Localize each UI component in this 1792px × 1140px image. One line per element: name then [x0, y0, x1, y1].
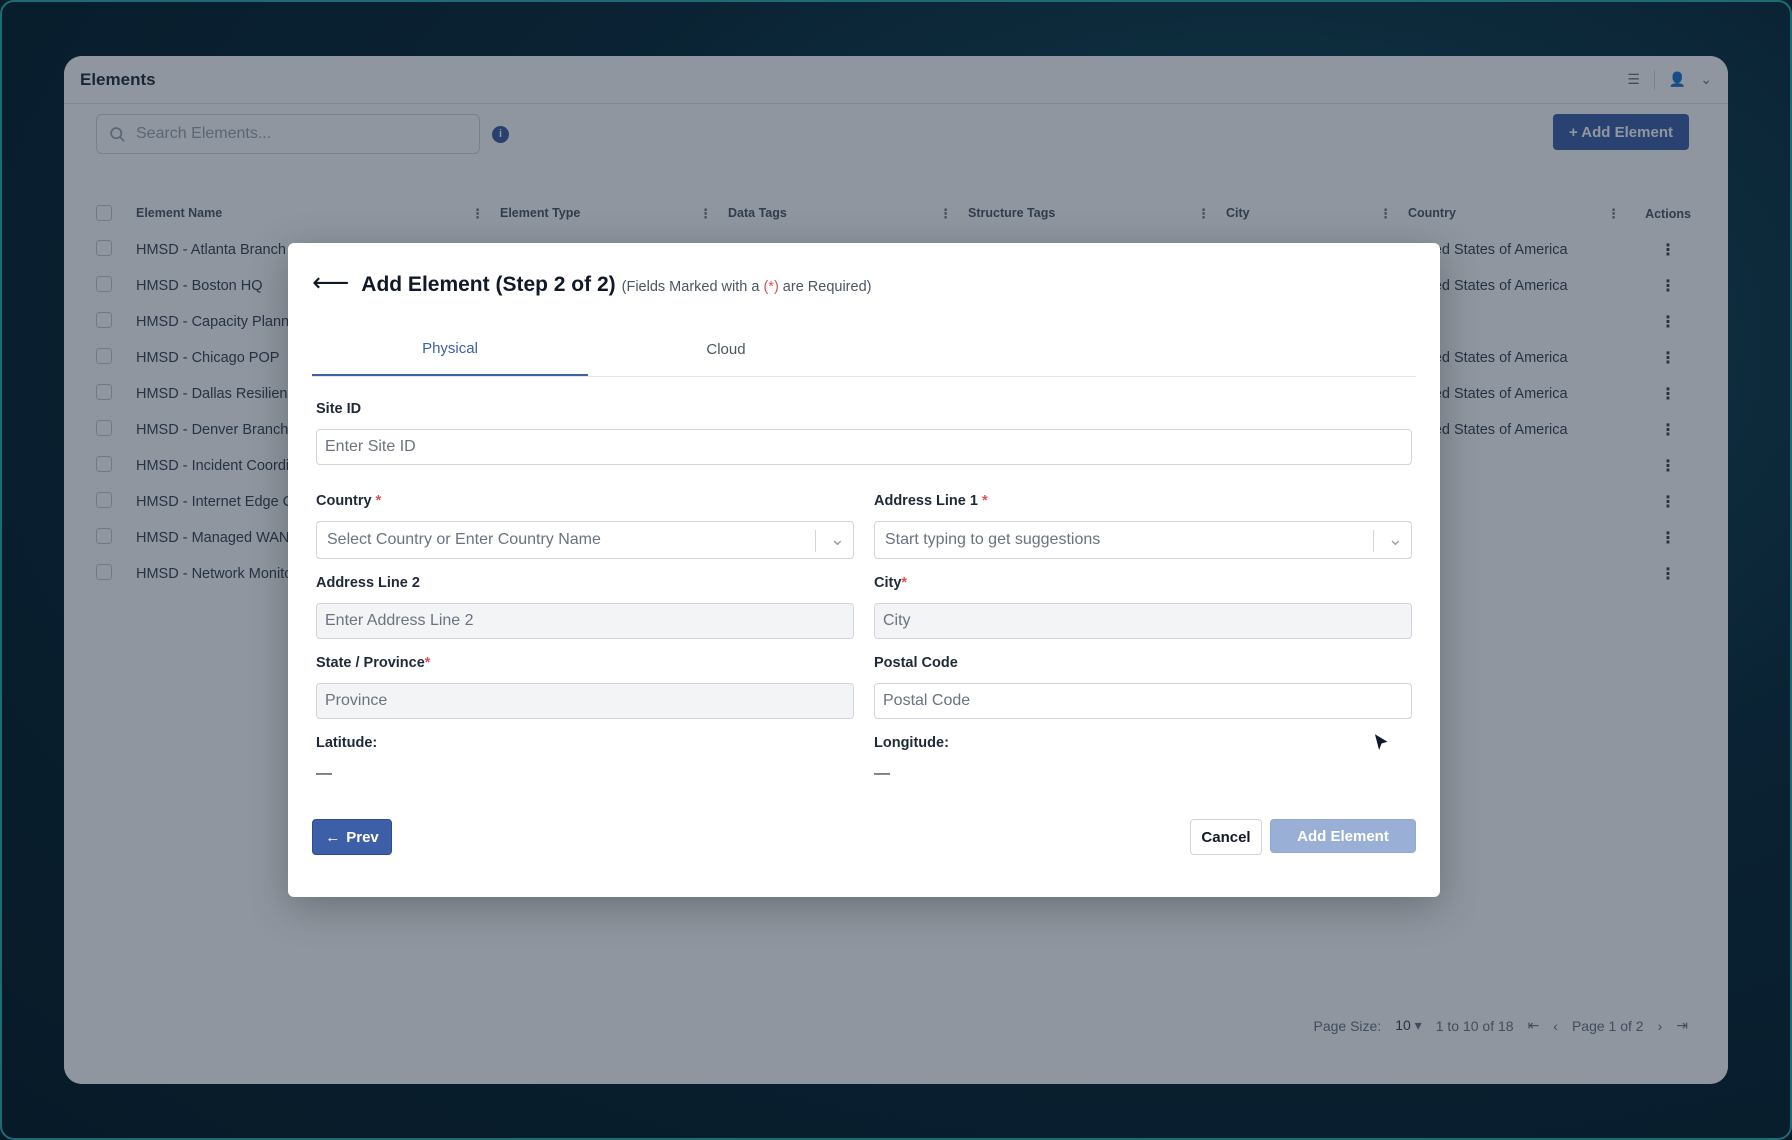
modal-title: Add Element (Step 2 of 2): [361, 273, 616, 296]
arrow-left-icon: ←: [325, 828, 341, 846]
address-line-2-label: Address Line 2: [316, 575, 420, 591]
select-divider: [1373, 530, 1374, 552]
longitude-label: Longitude:: [874, 735, 949, 751]
back-arrow-icon[interactable]: ⟵: [312, 269, 349, 295]
add-element-modal: ⟵ Add Element (Step 2 of 2) (Fields Mark…: [288, 243, 1440, 897]
state-province-label: State / Province*: [316, 655, 431, 671]
modal-subtitle: (Fields Marked with a (*) are Required): [621, 279, 872, 295]
postal-code-label: Postal Code: [874, 655, 958, 671]
address-line-1-label: Address Line 1 *: [874, 493, 988, 509]
prev-button[interactable]: ← Prev: [312, 819, 392, 855]
site-id-label: Site ID: [316, 401, 362, 417]
address-line-1-select[interactable]: Start typing to get suggestions ⌄: [874, 521, 1412, 559]
chevron-down-icon[interactable]: ⌄: [830, 529, 845, 550]
country-placeholder: Select Country or Enter Country Name: [327, 531, 601, 548]
longitude-value: —: [874, 765, 890, 782]
site-id-input[interactable]: Enter Site ID: [316, 429, 1412, 465]
cancel-button[interactable]: Cancel: [1190, 819, 1262, 855]
address-line-1-placeholder: Start typing to get suggestions: [885, 531, 1101, 548]
latitude-label: Latitude:: [316, 735, 378, 751]
tab-cloud[interactable]: Cloud: [588, 323, 864, 376]
modal-tabs: Physical Cloud: [312, 323, 1416, 377]
city-input[interactable]: City: [874, 603, 1412, 639]
city-label: City*: [874, 575, 908, 591]
postal-code-input[interactable]: Postal Code: [874, 683, 1412, 719]
country-select[interactable]: Select Country or Enter Country Name ⌄: [316, 521, 854, 559]
mouse-cursor-icon: [1373, 732, 1391, 754]
address-line-2-input[interactable]: Enter Address Line 2: [316, 603, 854, 639]
tab-physical[interactable]: Physical: [312, 323, 588, 376]
add-element-submit-button[interactable]: Add Element: [1270, 819, 1416, 853]
state-province-input[interactable]: Province: [316, 683, 854, 719]
select-divider: [815, 530, 816, 552]
latitude-value: —: [316, 765, 332, 782]
country-label: Country *: [316, 493, 382, 509]
modal-header: ⟵ Add Element (Step 2 of 2) (Fields Mark…: [312, 269, 871, 297]
chevron-down-icon[interactable]: ⌄: [1388, 529, 1403, 550]
